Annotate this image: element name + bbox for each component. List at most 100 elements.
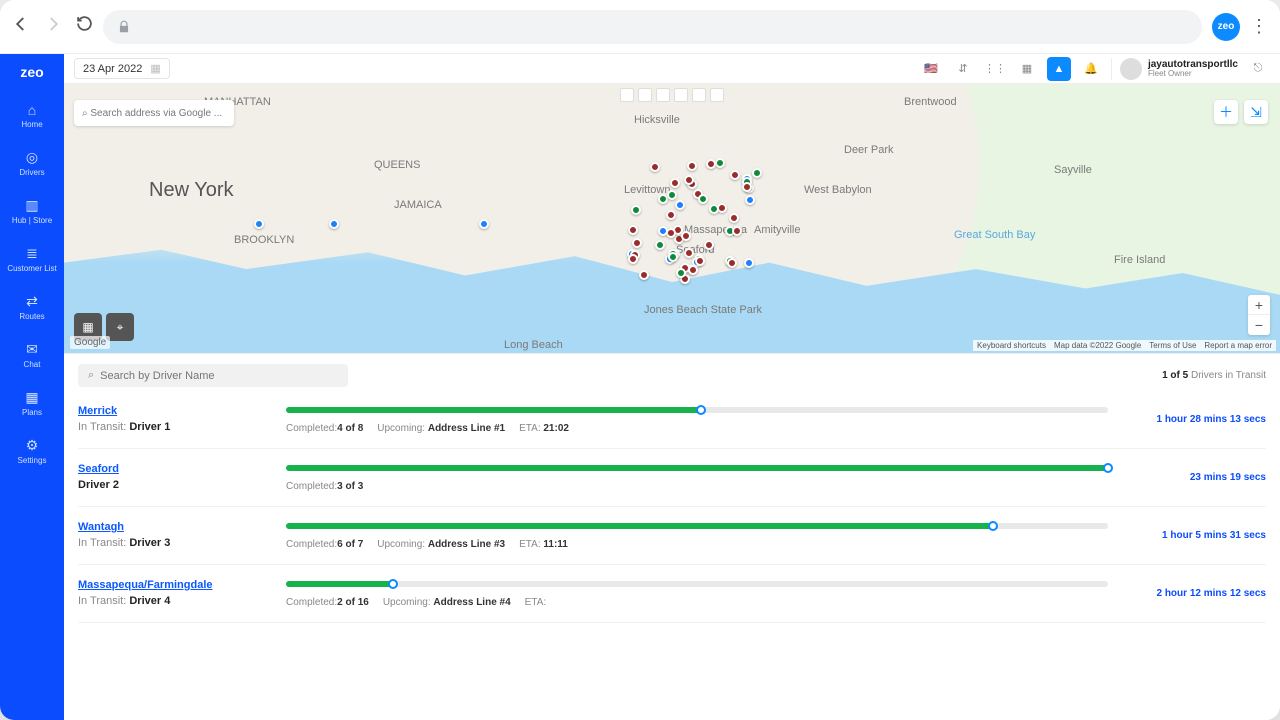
user-name: jayautotransportllc <box>1148 59 1238 70</box>
home-icon: ⌂ <box>0 102 64 118</box>
map-controls: ＋ ⇲ <box>1214 100 1268 124</box>
driver-row: Massapequa/FarmingdaleIn Transit: Driver… <box>78 565 1266 623</box>
driver-count: 1 of 5 Drivers in Transit <box>1162 370 1266 381</box>
progress-bar <box>286 523 1108 529</box>
table-icon[interactable]: ▦ <box>1015 57 1039 81</box>
zoom-in-button[interactable]: + <box>1248 295 1270 315</box>
browser-menu-icon[interactable]: ⋮ <box>1250 16 1268 37</box>
back-icon[interactable] <box>12 15 30 38</box>
logout-icon[interactable]: ⎋ <box>1246 57 1270 81</box>
map-pin[interactable] <box>688 265 698 275</box>
forward-icon[interactable] <box>44 15 62 38</box>
user-menu[interactable]: jayautotransportllc Fleet Owner <box>1111 58 1238 80</box>
flag-icon[interactable]: 🇺🇸 <box>919 57 943 81</box>
browser-nav <box>12 15 93 38</box>
route-name[interactable]: Seaford <box>78 463 268 475</box>
completed-value: 4 of 8 <box>337 423 363 434</box>
completed-value: 2 of 16 <box>337 597 369 608</box>
route-name[interactable]: Massapequa/Farmingdale <box>78 579 268 591</box>
sidebar-item-hub[interactable]: ▥Hub | Store <box>0 193 64 229</box>
map-pin[interactable] <box>698 194 708 204</box>
driver-search-input[interactable] <box>100 370 338 382</box>
export-button[interactable]: ⇲ <box>1244 100 1268 124</box>
steering-icon: ◎ <box>0 149 64 166</box>
user-role: Fleet Owner <box>1148 70 1238 79</box>
driver-list: ⌕ 1 of 5 Drivers in Transit MerrickIn Tr… <box>64 354 1280 720</box>
time-remaining: 2 hour 12 mins 12 secs <box>1126 588 1266 599</box>
route-name[interactable]: Wantagh <box>78 521 268 533</box>
terms-link[interactable]: Terms of Use <box>1149 341 1196 350</box>
chat-icon: ✉ <box>0 341 64 358</box>
map-pin[interactable] <box>254 219 264 229</box>
map[interactable]: New York MANHATTAN BROOKLYN QUEENS JAMAI… <box>64 84 1280 354</box>
map-pin[interactable] <box>668 252 678 262</box>
map-pin[interactable] <box>632 238 642 248</box>
map-pin[interactable] <box>658 226 668 236</box>
sidebar-item-routes[interactable]: ⇄Routes <box>0 289 64 325</box>
browser-profile-avatar[interactable]: zeo <box>1212 13 1240 41</box>
sidebar-item-home[interactable]: ⌂Home <box>0 98 64 133</box>
map-credits: Keyboard shortcuts Map data ©2022 Google… <box>973 340 1276 351</box>
shortcuts-link[interactable]: Keyboard shortcuts <box>977 341 1046 350</box>
date-picker[interactable]: 23 Apr 2022 ▦ <box>74 58 170 79</box>
search-icon: ⌕ <box>88 369 94 382</box>
map-pin[interactable] <box>752 168 762 178</box>
chart-icon[interactable]: ▲ <box>1047 57 1071 81</box>
zoom-out-button[interactable]: − <box>1248 315 1270 335</box>
progress-bar <box>286 407 1108 413</box>
map-pin[interactable] <box>704 240 714 250</box>
upcoming-value: Address Line #3 <box>428 539 505 550</box>
avatar <box>1120 58 1142 80</box>
lock-icon <box>117 20 131 34</box>
sidebar-item-customers[interactable]: ≣Customer List <box>0 241 64 277</box>
reload-icon[interactable] <box>76 15 93 38</box>
map-pin[interactable] <box>666 210 676 220</box>
map-pin[interactable] <box>715 158 725 168</box>
report-link[interactable]: Report a map error <box>1204 341 1272 350</box>
sidebar-item-chat[interactable]: ✉Chat <box>0 337 64 373</box>
search-icon: ⌕ <box>82 108 88 119</box>
route-icon: ⇄ <box>0 293 64 310</box>
sidebar-item-drivers[interactable]: ◎Drivers <box>0 145 64 181</box>
browser-toolbar: zeo ⋮ <box>0 0 1280 54</box>
map-pin[interactable] <box>631 205 641 215</box>
layer-street-button[interactable]: ⌖ <box>106 313 134 341</box>
map-pin[interactable] <box>650 162 660 172</box>
time-remaining: 1 hour 28 mins 13 secs <box>1126 414 1266 425</box>
upcoming-value: Address Line #4 <box>433 597 510 608</box>
url-bar[interactable] <box>103 10 1202 44</box>
map-pin[interactable] <box>655 240 665 250</box>
driver-row: SeafordDriver 2Completed:3 of 323 mins 1… <box>78 449 1266 507</box>
browser-window: zeo ⋮ zeo ⌂Home ◎Drivers ▥Hub | Store ≣C… <box>0 0 1280 720</box>
google-logo: Google <box>70 336 110 349</box>
map-pin[interactable] <box>628 254 638 264</box>
map-pin[interactable] <box>745 195 755 205</box>
bell-icon[interactable]: 🔔 <box>1079 57 1103 81</box>
driver-name: Driver 3 <box>129 537 170 549</box>
time-remaining: 1 hour 5 mins 31 secs <box>1126 530 1266 541</box>
map-pin[interactable] <box>628 225 638 235</box>
add-pin-button[interactable]: ＋ <box>1214 100 1238 124</box>
app-logo: zeo <box>20 64 43 80</box>
zoom-control: + − <box>1248 295 1270 335</box>
date-value: 23 Apr 2022 <box>83 63 142 75</box>
map-data-text: Map data ©2022 Google <box>1054 341 1141 350</box>
eta-value: 21:02 <box>543 423 569 434</box>
driver-search[interactable]: ⌕ <box>78 364 348 387</box>
calendar-icon: ▦ <box>150 62 160 75</box>
route-name[interactable]: Merrick <box>78 405 268 417</box>
completed-value: 3 of 3 <box>337 481 363 492</box>
map-pin[interactable] <box>329 219 339 229</box>
sidebar-item-plans[interactable]: ▦Plans <box>0 385 64 421</box>
org-icon[interactable]: ⇵ <box>951 57 975 81</box>
upcoming-value: Address Line #1 <box>428 423 505 434</box>
eta-value: 11:11 <box>543 539 567 550</box>
app-root: zeo ⌂Home ◎Drivers ▥Hub | Store ≣Custome… <box>0 54 1280 720</box>
map-pin[interactable] <box>667 190 677 200</box>
map-pin[interactable] <box>684 175 694 185</box>
sidebar-item-settings[interactable]: ⚙Settings <box>0 433 64 469</box>
grid-icon[interactable]: ⋮⋮ <box>983 57 1007 81</box>
map-search[interactable]: ⌕ Search address via Google ... <box>74 100 234 126</box>
driver-name: Driver 2 <box>78 479 119 491</box>
map-pin[interactable] <box>479 219 489 229</box>
